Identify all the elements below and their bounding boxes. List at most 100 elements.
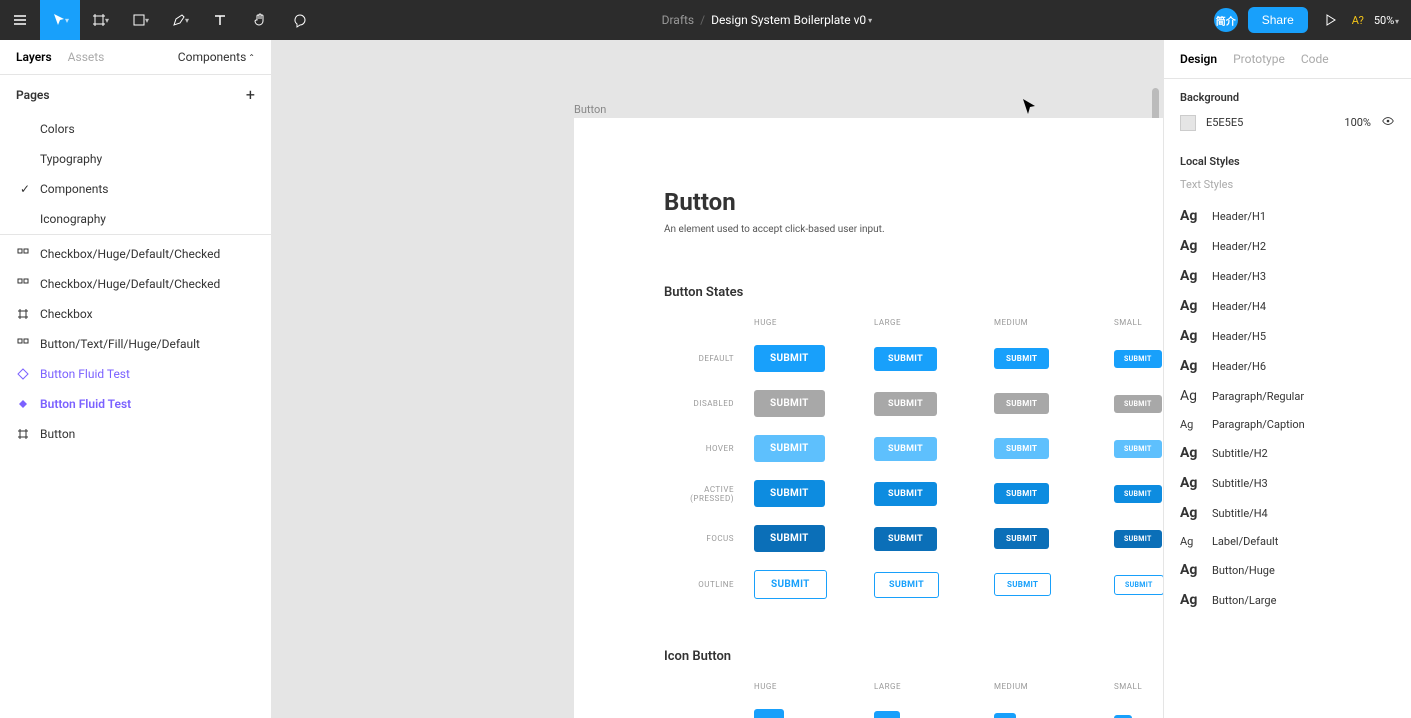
background-row[interactable]: E5E5E5 100% [1180, 114, 1395, 131]
tab-prototype[interactable]: Prototype [1233, 52, 1285, 66]
layer-item[interactable]: Checkbox/Huge/Default/Checked [0, 269, 271, 299]
sample-button: SUBMIT [874, 482, 937, 506]
style-label: Paragraph/Regular [1212, 390, 1304, 403]
background-opacity[interactable]: 100% [1344, 116, 1371, 129]
background-heading: Background [1180, 91, 1395, 104]
tab-code[interactable]: Code [1301, 52, 1329, 66]
layer-item[interactable]: Button Fluid Test [0, 359, 271, 389]
sample-button: SUBMIT [754, 435, 825, 462]
style-label: Header/H2 [1212, 240, 1266, 253]
chevron-down-icon: ▾ [65, 16, 69, 25]
sample-button: SUBMIT [1114, 440, 1162, 458]
background-swatch[interactable] [1180, 115, 1196, 131]
left-panel: Layers Assets Components ⌃ Pages + Color… [0, 40, 272, 718]
text-style-item[interactable]: AgHeader/H5 [1180, 321, 1395, 351]
canvas[interactable]: Button Button An element used to accept … [272, 40, 1163, 718]
eye-icon [1381, 114, 1395, 128]
layer-item[interactable]: Button [0, 419, 271, 449]
missing-fonts-indicator[interactable]: A? [1352, 14, 1364, 27]
layer-item[interactable]: Button/Text/Fill/Huge/Default [0, 329, 271, 359]
sample-icon-button [754, 709, 784, 718]
local-styles-heading: Local Styles [1180, 155, 1395, 168]
style-label: Header/H1 [1212, 210, 1266, 223]
page-item[interactable]: ✓Components [0, 174, 271, 204]
text-style-item[interactable]: AgSubtitle/H3 [1180, 468, 1395, 498]
breadcrumb[interactable]: Drafts / Design System Boilerplate v0 ▾ [320, 13, 1214, 27]
text-style-item[interactable]: AgHeader/H4 [1180, 291, 1395, 321]
text-icon [212, 12, 228, 28]
column-header: HUGE [754, 682, 864, 691]
tab-design[interactable]: Design [1180, 52, 1217, 66]
text-style-item[interactable]: AgHeader/H2 [1180, 231, 1395, 261]
sample-icon-button [994, 713, 1016, 718]
share-button[interactable]: Share [1248, 7, 1308, 33]
tab-layers[interactable]: Layers [16, 50, 52, 64]
hand-icon [252, 12, 268, 28]
layer-label: Checkbox/Huge/Default/Checked [40, 247, 220, 261]
text-style-item[interactable]: AgLabel/Default [1180, 528, 1395, 555]
sample-button: SUBMIT [1114, 575, 1163, 595]
text-styles-heading: Text Styles [1180, 178, 1395, 191]
present-button[interactable] [1318, 0, 1342, 40]
component-filled-icon [16, 397, 30, 411]
text-style-item[interactable]: AgSubtitle/H2 [1180, 438, 1395, 468]
page-item[interactable]: Iconography [0, 204, 271, 234]
text-style-item[interactable]: AgHeader/H3 [1180, 261, 1395, 291]
right-panel: Design Prototype Code Background E5E5E5 … [1163, 40, 1411, 718]
ag-icon: Ag [1180, 505, 1202, 521]
chevron-up-icon: ⌃ [248, 53, 255, 62]
page-item[interactable]: Colors [0, 114, 271, 144]
move-tool[interactable]: ▾ [40, 0, 80, 40]
row-header: FOCUS [664, 534, 744, 543]
breadcrumb-parent[interactable]: Drafts [662, 13, 695, 27]
page-item[interactable]: Typography [0, 144, 271, 174]
shape-tool[interactable]: ▾ [120, 0, 160, 40]
text-style-item[interactable]: AgHeader/H1 [1180, 201, 1395, 231]
column-header: LARGE [874, 682, 984, 691]
add-page-button[interactable]: + [246, 85, 255, 104]
style-label: Subtitle/H3 [1212, 477, 1268, 490]
row-header: HOVER [664, 444, 744, 453]
text-style-item[interactable]: AgParagraph/Caption [1180, 411, 1395, 438]
layer-item[interactable]: Checkbox [0, 299, 271, 329]
row-header: DISABLED [664, 399, 744, 408]
frame-tool[interactable]: ▾ [80, 0, 120, 40]
background-hex[interactable]: E5E5E5 [1206, 116, 1334, 129]
page-label: Iconography [40, 212, 106, 226]
check-icon: ✓ [20, 182, 30, 196]
layer-item[interactable]: Button Fluid Test [0, 389, 271, 419]
sample-button: SUBMIT [874, 572, 939, 598]
zoom-level[interactable]: 50% ▾ [1374, 14, 1399, 27]
component-set-icon [16, 337, 30, 351]
comment-tool[interactable] [280, 0, 320, 40]
layer-item[interactable]: Checkbox/Huge/Default/Checked [0, 239, 271, 269]
text-style-item[interactable]: AgParagraph/Regular [1180, 381, 1395, 411]
frame-label[interactable]: Button [574, 103, 606, 116]
layer-label: Button Fluid Test [40, 367, 130, 381]
text-tool[interactable] [200, 0, 240, 40]
avatar[interactable]: 简介 [1214, 8, 1238, 32]
components-dropdown[interactable]: Components ⌃ [178, 50, 255, 64]
frame-button[interactable]: Button An element used to accept click-b… [574, 118, 1163, 718]
tab-assets[interactable]: Assets [68, 50, 105, 64]
chevron-down-icon: ▾ [105, 16, 109, 25]
column-header: LARGE [874, 318, 984, 327]
text-style-item[interactable]: AgButton/Large [1180, 585, 1395, 615]
sample-button: SUBMIT [1114, 350, 1162, 368]
chevron-down-icon: ▾ [145, 16, 149, 25]
text-style-item[interactable]: AgSubtitle/H4 [1180, 498, 1395, 528]
text-style-item[interactable]: AgButton/Huge [1180, 555, 1395, 585]
sample-button: SUBMIT [994, 528, 1049, 549]
document-title[interactable]: Design System Boilerplate v0 ▾ [711, 13, 872, 27]
hand-tool[interactable] [240, 0, 280, 40]
ag-icon: Ag [1180, 562, 1202, 578]
sample-button: SUBMIT [994, 483, 1049, 504]
visibility-toggle[interactable] [1381, 114, 1395, 131]
style-label: Header/H6 [1212, 360, 1266, 373]
layer-label: Checkbox [40, 307, 93, 321]
sample-button: SUBMIT [754, 345, 825, 372]
sample-button: SUBMIT [1114, 530, 1162, 548]
menu-button[interactable] [0, 0, 40, 40]
pen-tool[interactable]: ▾ [160, 0, 200, 40]
text-style-item[interactable]: AgHeader/H6 [1180, 351, 1395, 381]
